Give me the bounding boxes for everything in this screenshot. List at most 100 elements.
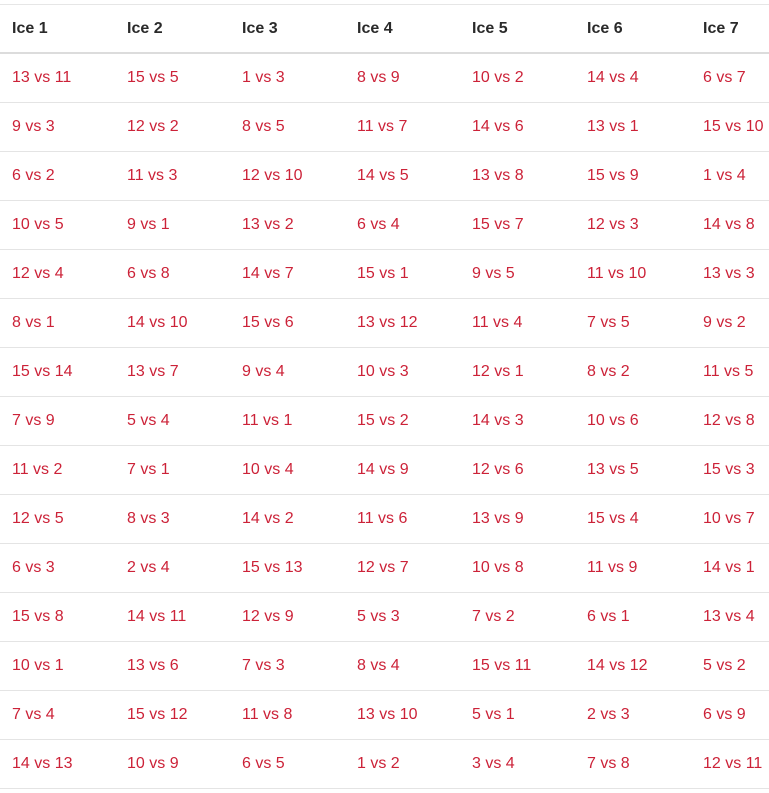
matchup-link-ice-3[interactable]: 12 vs 10 bbox=[230, 152, 345, 200]
matchup-link-ice-5[interactable]: 11 vs 4 bbox=[460, 299, 575, 347]
matchup-link-ice-7[interactable]: 12 vs 11 bbox=[691, 740, 769, 788]
matchup-link-ice-7[interactable]: 13 vs 3 bbox=[691, 250, 769, 298]
matchup-link-ice-5[interactable]: 10 vs 8 bbox=[460, 544, 575, 592]
matchup-link-ice-2[interactable]: 10 vs 9 bbox=[115, 740, 230, 788]
matchup-link-ice-3[interactable]: 7 vs 3 bbox=[230, 642, 345, 690]
matchup-link-ice-6[interactable]: 2 vs 3 bbox=[575, 691, 691, 739]
matchup-link-ice-2[interactable]: 13 vs 7 bbox=[115, 348, 230, 396]
matchup-link-ice-1[interactable]: 6 vs 2 bbox=[0, 152, 115, 200]
matchup-link-ice-3[interactable]: 13 vs 2 bbox=[230, 201, 345, 249]
matchup-link-ice-3[interactable]: 14 vs 7 bbox=[230, 250, 345, 298]
matchup-link-ice-7[interactable]: 1 vs 4 bbox=[691, 152, 769, 200]
matchup-link-ice-4[interactable]: 14 vs 5 bbox=[345, 152, 460, 200]
matchup-link-ice-7[interactable]: 5 vs 2 bbox=[691, 642, 769, 690]
matchup-link-ice-6[interactable]: 10 vs 6 bbox=[575, 397, 691, 445]
matchup-link-ice-2[interactable]: 9 vs 1 bbox=[115, 201, 230, 249]
matchup-link-ice-2[interactable]: 12 vs 2 bbox=[115, 103, 230, 151]
matchup-link-ice-2[interactable]: 13 vs 6 bbox=[115, 642, 230, 690]
matchup-link-ice-7[interactable]: 10 vs 7 bbox=[691, 495, 769, 543]
matchup-link-ice-4[interactable]: 12 vs 7 bbox=[345, 544, 460, 592]
matchup-link-ice-4[interactable]: 5 vs 3 bbox=[345, 593, 460, 641]
matchup-link-ice-2[interactable]: 8 vs 3 bbox=[115, 495, 230, 543]
matchup-link-ice-1[interactable]: 15 vs 8 bbox=[0, 593, 115, 641]
matchup-link-ice-3[interactable]: 15 vs 6 bbox=[230, 299, 345, 347]
matchup-link-ice-1[interactable]: 13 vs 11 bbox=[0, 54, 115, 102]
matchup-link-ice-1[interactable]: 6 vs 3 bbox=[0, 544, 115, 592]
matchup-link-ice-2[interactable]: 14 vs 11 bbox=[115, 593, 230, 641]
matchup-link-ice-6[interactable]: 11 vs 10 bbox=[575, 250, 691, 298]
matchup-link-ice-5[interactable]: 14 vs 3 bbox=[460, 397, 575, 445]
matchup-link-ice-2[interactable]: 5 vs 4 bbox=[115, 397, 230, 445]
matchup-link-ice-4[interactable]: 6 vs 4 bbox=[345, 201, 460, 249]
matchup-link-ice-5[interactable]: 7 vs 2 bbox=[460, 593, 575, 641]
matchup-link-ice-6[interactable]: 12 vs 3 bbox=[575, 201, 691, 249]
matchup-link-ice-6[interactable]: 15 vs 9 bbox=[575, 152, 691, 200]
matchup-link-ice-1[interactable]: 14 vs 13 bbox=[0, 740, 115, 788]
matchup-link-ice-1[interactable]: 7 vs 9 bbox=[0, 397, 115, 445]
matchup-link-ice-7[interactable]: 12 vs 8 bbox=[691, 397, 769, 445]
matchup-link-ice-7[interactable]: 13 vs 4 bbox=[691, 593, 769, 641]
matchup-link-ice-7[interactable]: 9 vs 2 bbox=[691, 299, 769, 347]
matchup-link-ice-2[interactable]: 14 vs 10 bbox=[115, 299, 230, 347]
matchup-link-ice-3[interactable]: 8 vs 5 bbox=[230, 103, 345, 151]
matchup-link-ice-7[interactable]: 6 vs 9 bbox=[691, 691, 769, 739]
matchup-link-ice-3[interactable]: 11 vs 1 bbox=[230, 397, 345, 445]
matchup-link-ice-6[interactable]: 13 vs 5 bbox=[575, 446, 691, 494]
matchup-link-ice-1[interactable]: 15 vs 14 bbox=[0, 348, 115, 396]
matchup-link-ice-5[interactable]: 9 vs 5 bbox=[460, 250, 575, 298]
matchup-link-ice-2[interactable]: 15 vs 5 bbox=[115, 54, 230, 102]
matchup-link-ice-3[interactable]: 1 vs 3 bbox=[230, 54, 345, 102]
matchup-link-ice-1[interactable]: 11 vs 2 bbox=[0, 446, 115, 494]
matchup-link-ice-4[interactable]: 13 vs 10 bbox=[345, 691, 460, 739]
matchup-link-ice-4[interactable]: 15 vs 1 bbox=[345, 250, 460, 298]
matchup-link-ice-1[interactable]: 7 vs 4 bbox=[0, 691, 115, 739]
matchup-link-ice-6[interactable]: 6 vs 1 bbox=[575, 593, 691, 641]
matchup-link-ice-6[interactable]: 13 vs 1 bbox=[575, 103, 691, 151]
matchup-link-ice-1[interactable]: 12 vs 5 bbox=[0, 495, 115, 543]
matchup-link-ice-6[interactable]: 7 vs 8 bbox=[575, 740, 691, 788]
matchup-link-ice-7[interactable]: 11 vs 5 bbox=[691, 348, 769, 396]
matchup-link-ice-6[interactable]: 7 vs 5 bbox=[575, 299, 691, 347]
matchup-link-ice-5[interactable]: 12 vs 6 bbox=[460, 446, 575, 494]
matchup-link-ice-6[interactable]: 14 vs 12 bbox=[575, 642, 691, 690]
matchup-link-ice-2[interactable]: 15 vs 12 bbox=[115, 691, 230, 739]
matchup-link-ice-5[interactable]: 3 vs 4 bbox=[460, 740, 575, 788]
matchup-link-ice-4[interactable]: 10 vs 3 bbox=[345, 348, 460, 396]
matchup-link-ice-3[interactable]: 10 vs 4 bbox=[230, 446, 345, 494]
matchup-link-ice-3[interactable]: 11 vs 8 bbox=[230, 691, 345, 739]
matchup-link-ice-7[interactable]: 14 vs 8 bbox=[691, 201, 769, 249]
matchup-link-ice-5[interactable]: 14 vs 6 bbox=[460, 103, 575, 151]
matchup-link-ice-2[interactable]: 11 vs 3 bbox=[115, 152, 230, 200]
matchup-link-ice-4[interactable]: 11 vs 6 bbox=[345, 495, 460, 543]
matchup-link-ice-1[interactable]: 10 vs 1 bbox=[0, 642, 115, 690]
matchup-link-ice-5[interactable]: 10 vs 2 bbox=[460, 54, 575, 102]
matchup-link-ice-6[interactable]: 15 vs 4 bbox=[575, 495, 691, 543]
matchup-link-ice-3[interactable]: 9 vs 4 bbox=[230, 348, 345, 396]
matchup-link-ice-3[interactable]: 14 vs 2 bbox=[230, 495, 345, 543]
matchup-link-ice-4[interactable]: 8 vs 4 bbox=[345, 642, 460, 690]
matchup-link-ice-4[interactable]: 8 vs 9 bbox=[345, 54, 460, 102]
matchup-link-ice-4[interactable]: 14 vs 9 bbox=[345, 446, 460, 494]
matchup-link-ice-5[interactable]: 5 vs 1 bbox=[460, 691, 575, 739]
matchup-link-ice-6[interactable]: 11 vs 9 bbox=[575, 544, 691, 592]
matchup-link-ice-3[interactable]: 15 vs 13 bbox=[230, 544, 345, 592]
matchup-link-ice-2[interactable]: 7 vs 1 bbox=[115, 446, 230, 494]
matchup-link-ice-3[interactable]: 6 vs 5 bbox=[230, 740, 345, 788]
matchup-link-ice-7[interactable]: 15 vs 3 bbox=[691, 446, 769, 494]
matchup-link-ice-4[interactable]: 15 vs 2 bbox=[345, 397, 460, 445]
matchup-link-ice-6[interactable]: 14 vs 4 bbox=[575, 54, 691, 102]
matchup-link-ice-5[interactable]: 15 vs 7 bbox=[460, 201, 575, 249]
matchup-link-ice-1[interactable]: 8 vs 1 bbox=[0, 299, 115, 347]
matchup-link-ice-5[interactable]: 13 vs 9 bbox=[460, 495, 575, 543]
matchup-link-ice-7[interactable]: 14 vs 1 bbox=[691, 544, 769, 592]
matchup-link-ice-2[interactable]: 6 vs 8 bbox=[115, 250, 230, 298]
matchup-link-ice-1[interactable]: 10 vs 5 bbox=[0, 201, 115, 249]
matchup-link-ice-4[interactable]: 11 vs 7 bbox=[345, 103, 460, 151]
matchup-link-ice-4[interactable]: 1 vs 2 bbox=[345, 740, 460, 788]
matchup-link-ice-7[interactable]: 6 vs 7 bbox=[691, 54, 769, 102]
matchup-link-ice-4[interactable]: 13 vs 12 bbox=[345, 299, 460, 347]
matchup-link-ice-2[interactable]: 2 vs 4 bbox=[115, 544, 230, 592]
matchup-link-ice-6[interactable]: 8 vs 2 bbox=[575, 348, 691, 396]
matchup-link-ice-7[interactable]: 15 vs 10 bbox=[691, 103, 769, 151]
matchup-link-ice-1[interactable]: 12 vs 4 bbox=[0, 250, 115, 298]
